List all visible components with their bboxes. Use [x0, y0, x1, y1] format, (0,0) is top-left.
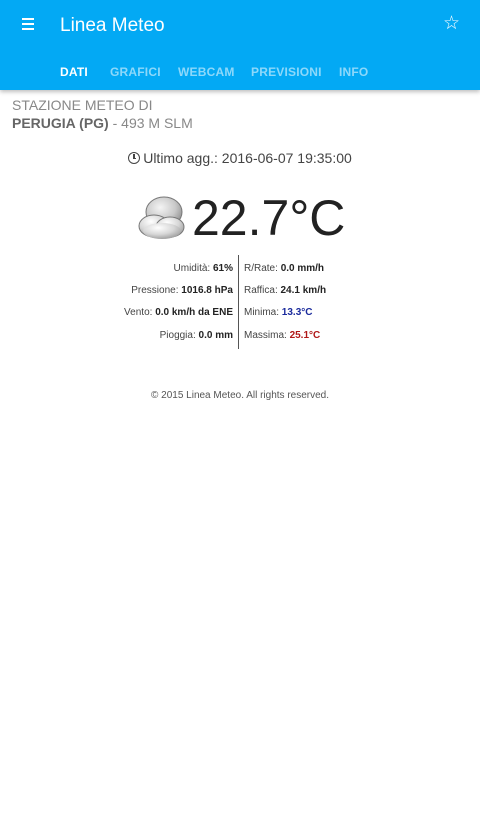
stat-max-temp: Massima: 25.1°C: [244, 330, 321, 341]
station-city: PERUGIA (PG): [12, 115, 109, 131]
stat-rain: Pioggia: 0.0 mm: [159, 330, 233, 341]
star-icon[interactable]: ☆: [443, 13, 460, 35]
menu-icon[interactable]: [22, 18, 34, 32]
stats-divider: [238, 255, 239, 349]
last-update-timestamp: 2016-06-07 19:35:00: [221, 150, 352, 166]
stat-wind: Vento: 0.0 km/h da ENE: [124, 307, 233, 318]
station-line1: STAZIONE METEO DI: [12, 97, 153, 113]
app-bar: Linea Meteo ☆ DATI GRAFICI WEBCAM PREVIS…: [0, 0, 480, 90]
tab-previsioni[interactable]: PREVISIONI: [251, 65, 322, 79]
stat-pressure: Pressione: 1016.8 hPa: [131, 285, 233, 296]
stat-humidity: Umidità: 61%: [173, 263, 233, 274]
current-temperature: 22.7°C: [192, 190, 346, 246]
tab-info[interactable]: INFO: [339, 65, 368, 79]
stat-rain-rate: R/Rate: 0.0 mm/h: [244, 263, 325, 274]
tab-grafici[interactable]: GRAFICI: [110, 65, 161, 79]
tab-dati[interactable]: DATI: [60, 65, 88, 79]
footer-copyright: © 2015 Linea Meteo. All rights reserved.: [150, 390, 330, 401]
app-title: Linea Meteo: [60, 15, 165, 36]
stat-gust: Raffica: 24.1 km/h: [244, 285, 327, 296]
stat-min-temp: Minima: 13.3°C: [244, 307, 313, 318]
last-update-label: Ultimo agg.:: [143, 150, 222, 166]
station-altitude: - 493 M SLM: [108, 115, 193, 131]
tab-bar: DATI GRAFICI WEBCAM PREVISIONI INFO: [0, 60, 480, 90]
station-header: STAZIONE METEO DI PERUGIA (PG) - 493 M S…: [12, 96, 193, 132]
clock-icon: [128, 152, 141, 164]
tab-webcam[interactable]: WEBCAM: [178, 65, 235, 79]
partly-cloudy-icon: [138, 196, 185, 239]
last-update: Ultimo agg.: 2016-06-07 19:35:00: [0, 150, 480, 166]
